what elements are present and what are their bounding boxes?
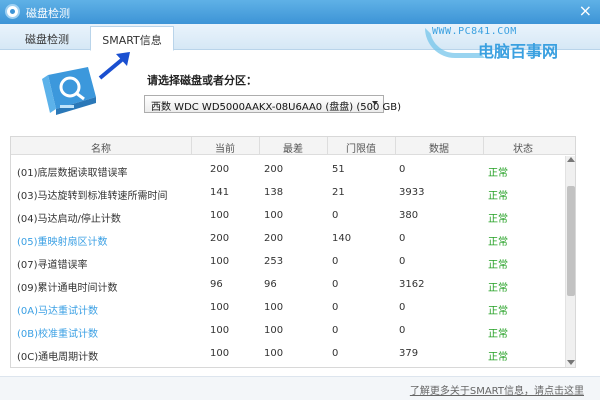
cell-data: 0 [399, 325, 406, 336]
cell-status: 正常 [488, 191, 508, 202]
cell-status: 正常 [488, 214, 508, 225]
watermark-url: WWW.PC841.COM [432, 26, 517, 37]
cell-threshold: 0 [332, 302, 339, 313]
hard-disk-icon [42, 67, 96, 115]
cell-data: 0 [399, 164, 406, 175]
cell-current: 100 [210, 210, 230, 221]
cell-threshold: 0 [332, 279, 339, 290]
cell-status: 正常 [488, 237, 508, 248]
column-header-data: 数据 [429, 144, 449, 155]
cell-status: 正常 [488, 260, 508, 271]
disk-select-dropdown[interactable]: 西数 WDC WD5000AAKX-08U6AA0 (盘盘) (500 GB) [144, 95, 401, 113]
app-logo-icon [5, 4, 20, 19]
cell-threshold: 0 [332, 210, 339, 221]
cell-name: (01)底层数据读取错误率 [17, 168, 128, 179]
cell-current: 100 [210, 348, 230, 359]
cell-data: 380 [399, 210, 419, 221]
cell-worst: 200 [264, 164, 284, 175]
smart-info-link[interactable]: 了解更多关于SMART信息，请点击这里 [410, 382, 584, 397]
tab-disk-check[interactable]: 磁盘检测 [6, 26, 88, 50]
table-row[interactable]: (0C)通电周期计数 100 100 0 379 正常 [11, 343, 563, 366]
table-row[interactable]: (05)重映射扇区计数 200 200 140 0 正常 [11, 228, 563, 251]
cell-worst: 100 [264, 302, 284, 313]
cell-data: 0 [399, 256, 406, 267]
cell-current: 200 [210, 233, 230, 244]
cell-name: (04)马达启动/停止计数 [17, 214, 121, 225]
table-row[interactable]: (01)底层数据读取错误率 200 200 51 0 正常 [11, 159, 563, 182]
cell-current: 200 [210, 164, 230, 175]
cell-data: 379 [399, 348, 419, 359]
close-button[interactable]: × [579, 2, 592, 20]
cell-status: 正常 [488, 352, 508, 363]
arrow-annotation-icon [98, 52, 130, 80]
table-row[interactable]: (0A)马达重试计数 100 100 0 0 正常 [11, 297, 563, 320]
table-row[interactable]: (09)累计通电时间计数 96 96 0 3162 正常 [11, 274, 563, 297]
table-row[interactable]: (07)寻道错误率 100 253 0 0 正常 [11, 251, 563, 274]
cell-threshold: 21 [332, 187, 345, 198]
cell-threshold: 51 [332, 164, 345, 175]
cell-name: (07)寻道错误率 [17, 260, 88, 271]
cell-worst: 200 [264, 233, 284, 244]
cell-worst: 100 [264, 210, 284, 221]
column-header-threshold: 门限值 [346, 144, 376, 155]
watermark-name: 电脑百事网 [478, 42, 559, 61]
cell-threshold: 0 [332, 348, 339, 359]
window-title: 磁盘检测 [26, 7, 70, 20]
cell-data: 3162 [399, 279, 425, 290]
cell-worst: 100 [264, 348, 284, 359]
cell-threshold: 0 [332, 325, 339, 336]
cell-name: (0C)通电周期计数 [17, 352, 99, 363]
cell-current: 100 [210, 256, 230, 267]
cell-worst: 253 [264, 256, 284, 267]
vertical-scrollbar[interactable] [565, 156, 575, 367]
cell-data: 3933 [399, 187, 425, 198]
table-header: 名称 当前 最差 门限值 数据 状态 [11, 137, 575, 155]
column-header-name: 名称 [91, 144, 111, 155]
cell-current: 100 [210, 325, 230, 336]
smart-table: 名称 当前 最差 门限值 数据 状态 (01)底层数据读取错误率 200 200 51… [10, 136, 576, 368]
column-header-current: 当前 [215, 144, 235, 155]
cell-data: 0 [399, 233, 406, 244]
cell-status: 正常 [488, 306, 508, 317]
disk-select-value: 西数 WDC WD5000AAKX-08U6AA0 (盘盘) (500 GB) [151, 102, 402, 113]
cell-name: (09)累计通电时间计数 [17, 283, 118, 294]
cell-status: 正常 [488, 168, 508, 179]
cell-current: 141 [210, 187, 230, 198]
cell-data: 0 [399, 302, 406, 313]
cell-name: (05)重映射扇区计数 [17, 237, 108, 248]
cell-name: (03)马达旋转到标准转速所需时间 [17, 191, 168, 202]
cell-name: (0B)校准重试计数 [17, 329, 99, 340]
cell-threshold: 0 [332, 256, 339, 267]
cell-worst: 100 [264, 325, 284, 336]
cell-status: 正常 [488, 329, 508, 340]
scroll-thumb[interactable] [567, 186, 575, 296]
footer-bar: 了解更多关于SMART信息，请点击这里 [0, 376, 600, 400]
table-row[interactable]: (03)马达旋转到标准转速所需时间 141 138 21 3933 正常 [11, 182, 563, 205]
cell-threshold: 140 [332, 233, 352, 244]
scroll-down-icon[interactable] [567, 360, 575, 365]
chevron-down-icon [372, 101, 378, 105]
title-bar: 磁盘检测 × [0, 0, 600, 24]
column-header-worst: 最差 [283, 144, 303, 155]
cell-status: 正常 [488, 283, 508, 294]
table-row[interactable]: (04)马达启动/停止计数 100 100 0 380 正常 [11, 205, 563, 228]
tab-smart-info[interactable]: SMART信息 [90, 26, 174, 51]
cell-current: 96 [210, 279, 223, 290]
column-header-status: 状态 [513, 144, 533, 155]
disk-select-label: 请选择磁盘或者分区： [147, 74, 257, 87]
table-row[interactable]: (0B)校准重试计数 100 100 0 0 正常 [11, 320, 563, 343]
cell-worst: 96 [264, 279, 277, 290]
scroll-up-icon[interactable] [567, 157, 575, 162]
cell-name: (0A)马达重试计数 [17, 306, 99, 317]
cell-worst: 138 [264, 187, 284, 198]
cell-current: 100 [210, 302, 230, 313]
